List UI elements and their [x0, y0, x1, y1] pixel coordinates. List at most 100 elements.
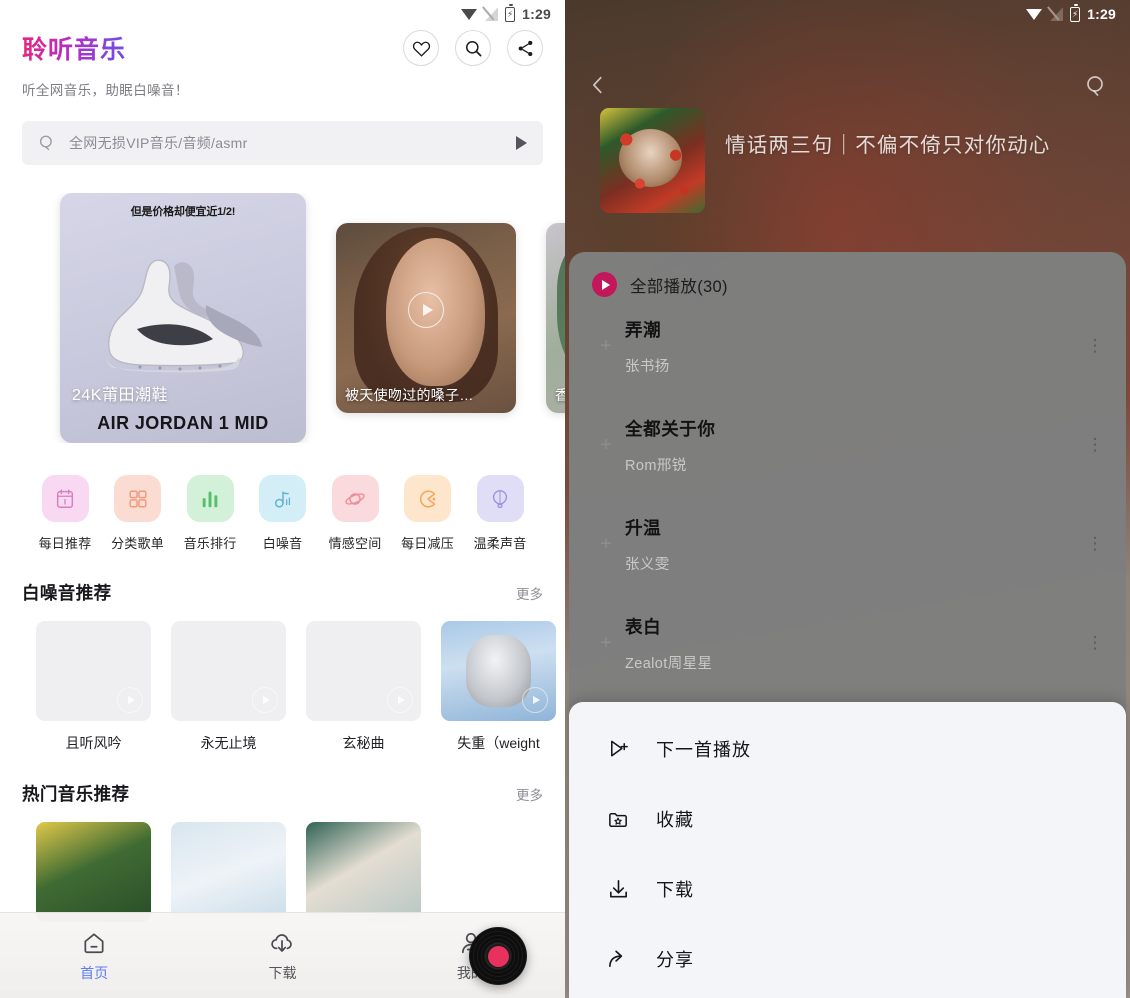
- category-label: 每日推荐: [38, 536, 92, 551]
- song-title: 表白: [625, 617, 662, 637]
- bars-icon: [186, 475, 234, 522]
- category-label: 白噪音: [262, 536, 303, 551]
- action-sheet: 下一首播放 收藏 下载 分享: [569, 702, 1126, 998]
- category-label: 音乐排行: [183, 536, 237, 551]
- banner-caption: 香: [555, 387, 565, 403]
- category-item-charts[interactable]: 音乐排行: [179, 475, 241, 552]
- menu-item-label: 下载: [656, 880, 694, 900]
- section-title: 白噪音推荐: [22, 583, 112, 603]
- more-vertical-icon[interactable]: ⋮: [1084, 437, 1106, 453]
- category-item-emotion[interactable]: 情感空间: [324, 475, 386, 552]
- share-button[interactable]: [507, 30, 543, 66]
- right-phone-playlist-screen: 1:29 情话两三句｜不偏不倚只对你动心 全部播放(30) +: [565, 0, 1130, 998]
- favorites-button[interactable]: [403, 30, 439, 66]
- section-more-link[interactable]: 更多: [516, 583, 543, 603]
- more-vertical-icon[interactable]: ⋮: [1084, 635, 1106, 651]
- battery-charging-icon: [1070, 3, 1081, 22]
- list-item[interactable]: 玄秘曲: [306, 621, 421, 753]
- list-item[interactable]: 失重（weight: [441, 621, 556, 753]
- category-row: 每日推荐 分类歌单 音乐排行 白噪音 情感空间 每日减压 温柔声音: [0, 443, 565, 552]
- section-more-link[interactable]: 更多: [516, 784, 543, 804]
- play-icon[interactable]: [408, 292, 444, 329]
- song-artist: Rom邢锐: [625, 458, 687, 474]
- song-info: 全都关于你 Rom邢锐: [617, 416, 1084, 475]
- song-artist: 张书扬: [625, 359, 670, 375]
- vinyl-record-button[interactable]: [469, 927, 527, 985]
- table-row[interactable]: + 升温 张义雯 ⋮: [569, 495, 1126, 594]
- planet-icon: [331, 475, 379, 522]
- nav-item-downloads[interactable]: 下载: [188, 928, 376, 983]
- search-input[interactable]: 全网无损VIP音乐/音频/asmr: [69, 133, 503, 153]
- record-center: [487, 945, 509, 967]
- song-artist: Zealot周星星: [625, 656, 713, 672]
- pacman-icon: [404, 475, 451, 522]
- calendar-icon: [41, 475, 89, 522]
- share-icon: [518, 40, 532, 56]
- whitenoise-card-row[interactable]: 且听风吟 永无止境 玄秘曲 失重（weight: [0, 605, 565, 753]
- section-title: 热门音乐推荐: [22, 784, 130, 804]
- plus-icon[interactable]: +: [595, 533, 617, 556]
- play-all-button[interactable]: 全部播放(30): [569, 252, 1126, 297]
- song-info: 弄潮 张书扬: [617, 317, 1084, 376]
- category-item-playlists[interactable]: 分类歌单: [107, 475, 169, 552]
- plus-icon[interactable]: +: [595, 632, 617, 655]
- list-item[interactable]: 永无止境: [171, 621, 286, 753]
- song-title: 全都关于你: [625, 419, 716, 439]
- playlist-cover-image[interactable]: [600, 108, 705, 213]
- table-row[interactable]: + 全都关于你 Rom邢锐 ⋮: [569, 396, 1126, 495]
- card-label: 永无止境: [200, 735, 257, 751]
- section-header-whitenoise: 白噪音推荐 更多: [0, 552, 565, 605]
- nav-label: 下载: [268, 965, 297, 981]
- play-icon[interactable]: [522, 687, 548, 713]
- note-wave-icon: [259, 475, 306, 522]
- nav-label: 首页: [80, 965, 109, 981]
- menu-item-favorite[interactable]: 收藏: [569, 784, 1126, 854]
- banner-carousel[interactable]: 但是价格却便宜近1/2! 24K莆田潮鞋 AIR JORDAN 1 MID 被天…: [0, 193, 565, 443]
- menu-item-download[interactable]: 下载: [569, 854, 1126, 924]
- search-icon[interactable]: [1084, 74, 1108, 98]
- status-time: 1:29: [1087, 6, 1116, 22]
- table-row[interactable]: + 弄潮 张书扬 ⋮: [569, 297, 1126, 396]
- share-arrow-icon: [605, 948, 631, 971]
- wifi-icon: [1026, 8, 1043, 21]
- battery-charging-icon: [505, 3, 516, 22]
- card-thumbnail: [441, 621, 556, 721]
- balloon-icon: [476, 475, 524, 522]
- search-bar[interactable]: 全网无损VIP音乐/音频/asmr: [22, 121, 543, 165]
- category-label: 情感空间: [328, 536, 382, 551]
- play-triangle-icon[interactable]: [516, 136, 527, 150]
- folder-star-icon: [605, 808, 631, 831]
- plus-icon[interactable]: +: [595, 335, 617, 358]
- list-item[interactable]: 且听风吟: [36, 621, 151, 753]
- category-item-gentlevoice[interactable]: 温柔声音: [469, 475, 531, 552]
- play-icon[interactable]: [387, 687, 413, 713]
- card-thumbnail: [171, 621, 286, 721]
- banner-card-partial[interactable]: 香: [546, 223, 565, 413]
- banner-card-video[interactable]: 被天使吻过的嗓子…: [336, 223, 516, 413]
- song-info: 升温 张义雯: [617, 515, 1084, 574]
- category-item-daily[interactable]: 每日推荐: [34, 475, 96, 552]
- chevron-left-icon[interactable]: [587, 74, 609, 96]
- card-thumbnail: [306, 822, 421, 922]
- play-icon[interactable]: [117, 687, 143, 713]
- play-icon[interactable]: [252, 687, 278, 713]
- banner-card-sneaker[interactable]: 但是价格却便宜近1/2! 24K莆田潮鞋 AIR JORDAN 1 MID: [60, 193, 306, 443]
- menu-item-play-next[interactable]: 下一首播放: [569, 714, 1126, 784]
- menu-item-label: 收藏: [656, 810, 694, 830]
- search-button[interactable]: [455, 30, 491, 66]
- card-thumbnail: [306, 621, 421, 721]
- search-icon: [39, 135, 52, 151]
- section-header-hotmusic: 热门音乐推荐 更多: [0, 753, 565, 806]
- more-vertical-icon[interactable]: ⋮: [1084, 338, 1106, 354]
- more-vertical-icon[interactable]: ⋮: [1084, 536, 1106, 552]
- menu-item-share[interactable]: 分享: [569, 924, 1126, 994]
- card-thumbnail: [36, 621, 151, 721]
- plus-icon[interactable]: +: [595, 434, 617, 457]
- banner-subtitle: AIR JORDAN 1 MID: [97, 413, 269, 433]
- table-row[interactable]: + 表白 Zealot周星星 ⋮: [569, 594, 1126, 693]
- banner-caption: 被天使吻过的嗓子…: [345, 387, 474, 403]
- nav-item-home[interactable]: 首页: [0, 928, 188, 983]
- app-subtitle: 听全网音乐，助眠白噪音！: [22, 83, 189, 98]
- category-item-whitenoise[interactable]: 白噪音: [252, 475, 314, 552]
- category-item-destress[interactable]: 每日减压: [397, 475, 459, 552]
